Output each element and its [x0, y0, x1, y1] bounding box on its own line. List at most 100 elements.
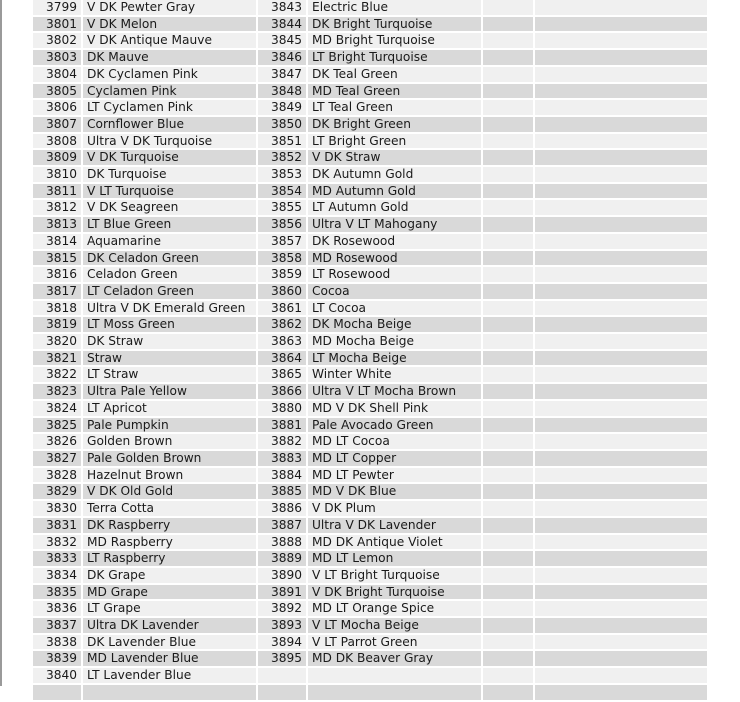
color-name-cell: LT Teal Green [308, 100, 481, 115]
table-row: 3809 V DK Turquoise 3852 V DK Straw [33, 150, 707, 166]
color-number-cell: 3818 [33, 300, 81, 316]
color-number-cell: 3825 [33, 417, 81, 433]
color-number-cell: 3844 [258, 16, 306, 32]
empty-cell [483, 334, 533, 349]
color-name-cell: MD LT Pewter [308, 467, 481, 483]
color-name-cell: V LT Mocha Beige [308, 618, 481, 633]
empty-cell [483, 16, 533, 32]
color-name-cell: LT Straw [83, 367, 256, 383]
empty-cell [483, 601, 533, 617]
table-row: 3826 Golden Brown 3882 MD LT Cocoa [33, 434, 707, 449]
color-number-cell: 3806 [33, 100, 81, 115]
empty-cell [535, 16, 707, 32]
color-number-cell: 3810 [33, 167, 81, 182]
table-row: 3807 Cornflower Blue 3850 DK Bright Green [33, 116, 707, 132]
color-name-cell: DK Cyclamen Pink [83, 66, 256, 82]
color-name-cell: MD Bright Turquoise [308, 33, 481, 49]
color-name-cell: Terra Cotta [83, 501, 256, 516]
color-name-cell: Ultra V LT Mahogany [308, 217, 481, 232]
color-number-cell: 3881 [258, 417, 306, 433]
color-name-cell: LT Raspberry [83, 551, 256, 566]
color-name-cell: Golden Brown [83, 434, 256, 449]
table-row: 3829 V DK Old Gold 3885 MD V DK Blue [33, 484, 707, 500]
table-row: 3813 LT Blue Green 3856 Ultra V LT Mahogany [33, 217, 707, 232]
color-name-cell: V LT Turquoise [83, 183, 256, 199]
empty-cell [483, 250, 533, 266]
table-row: 3834 DK Grape 3890 V LT Bright Turquoise [33, 567, 707, 583]
empty-cell [535, 367, 707, 383]
table-row: 3835 MD Grape 3891 V DK Bright Turquoise [33, 584, 707, 600]
color-number-cell: 3849 [258, 100, 306, 115]
empty-cell [483, 517, 533, 533]
color-name-cell: LT Apricot [83, 400, 256, 416]
color-number-cell: 3893 [258, 618, 306, 633]
color-number-cell: 3799 [33, 0, 81, 15]
empty-cell [535, 217, 707, 232]
color-name-cell: LT Lavender Blue [83, 668, 256, 683]
empty-cell [483, 116, 533, 132]
color-number-cell: 3808 [33, 133, 81, 149]
color-name-cell: MD DK Antique Violet [308, 534, 481, 550]
empty-cell [535, 534, 707, 550]
color-name-cell: V DK Antique Mauve [83, 33, 256, 49]
empty-cell [535, 584, 707, 600]
empty-cell [483, 467, 533, 483]
color-number-cell: 3821 [33, 350, 81, 366]
color-number-cell [258, 668, 306, 683]
color-name-cell: DK Raspberry [83, 517, 256, 533]
color-name-cell: DK Celadon Green [83, 250, 256, 266]
empty-cell [483, 584, 533, 600]
color-number-cell: 3815 [33, 250, 81, 266]
empty-cell [483, 668, 533, 683]
empty-cell [535, 668, 707, 683]
empty-cell [483, 183, 533, 199]
empty-cell [483, 501, 533, 516]
color-number-cell: 3838 [33, 634, 81, 650]
color-name-cell: MD Rosewood [308, 250, 481, 266]
color-name-cell: MD LT Copper [308, 450, 481, 466]
color-number-cell: 3823 [33, 384, 81, 399]
empty-cell [483, 100, 533, 115]
color-number-cell: 3888 [258, 534, 306, 550]
color-number-cell: 3891 [258, 584, 306, 600]
color-name-cell: LT Blue Green [83, 217, 256, 232]
empty-cell [535, 634, 707, 650]
table-row: 3814 Aquamarine 3857 DK Rosewood [33, 233, 707, 249]
empty-cell [535, 601, 707, 617]
empty-cell [483, 400, 533, 416]
color-name-cell: LT Grape [83, 601, 256, 617]
empty-cell [483, 534, 533, 550]
color-name-cell: MD Lavender Blue [83, 651, 256, 667]
table-row: 3836 LT Grape 3892 MD LT Orange Spice [33, 601, 707, 617]
color-number-cell: 3854 [258, 183, 306, 199]
color-name-cell: Celadon Green [83, 267, 256, 282]
color-number-cell: 3836 [33, 601, 81, 617]
table-row: 3819 LT Moss Green 3862 DK Mocha Beige [33, 317, 707, 333]
table-row: 3810 DK Turquoise 3853 DK Autumn Gold [33, 167, 707, 182]
empty-cell [535, 317, 707, 333]
empty-cell [483, 167, 533, 182]
color-number-cell: 3824 [33, 400, 81, 416]
empty-cell [483, 434, 533, 449]
table-row: 3833 LT Raspberry 3889 MD LT Lemon [33, 551, 707, 566]
color-number-cell: 3814 [33, 233, 81, 249]
color-name-cell: Pale Golden Brown [83, 450, 256, 466]
color-number-cell: 3880 [258, 400, 306, 416]
empty-cell [483, 367, 533, 383]
empty-cell [535, 50, 707, 65]
empty-cell [535, 467, 707, 483]
color-number-cell: 3883 [258, 450, 306, 466]
color-number-cell: 3845 [258, 33, 306, 49]
empty-cell [535, 283, 707, 299]
empty-cell [483, 33, 533, 49]
color-name-cell: MD Grape [83, 584, 256, 600]
color-name-cell: DK Teal Green [308, 66, 481, 82]
color-number-cell: 3890 [258, 567, 306, 583]
empty-cell [535, 183, 707, 199]
empty-cell [535, 684, 707, 700]
color-number-cell: 3861 [258, 300, 306, 316]
empty-cell [535, 267, 707, 282]
empty-cell [483, 317, 533, 333]
color-number-cell: 3853 [258, 167, 306, 182]
empty-cell [483, 684, 533, 700]
